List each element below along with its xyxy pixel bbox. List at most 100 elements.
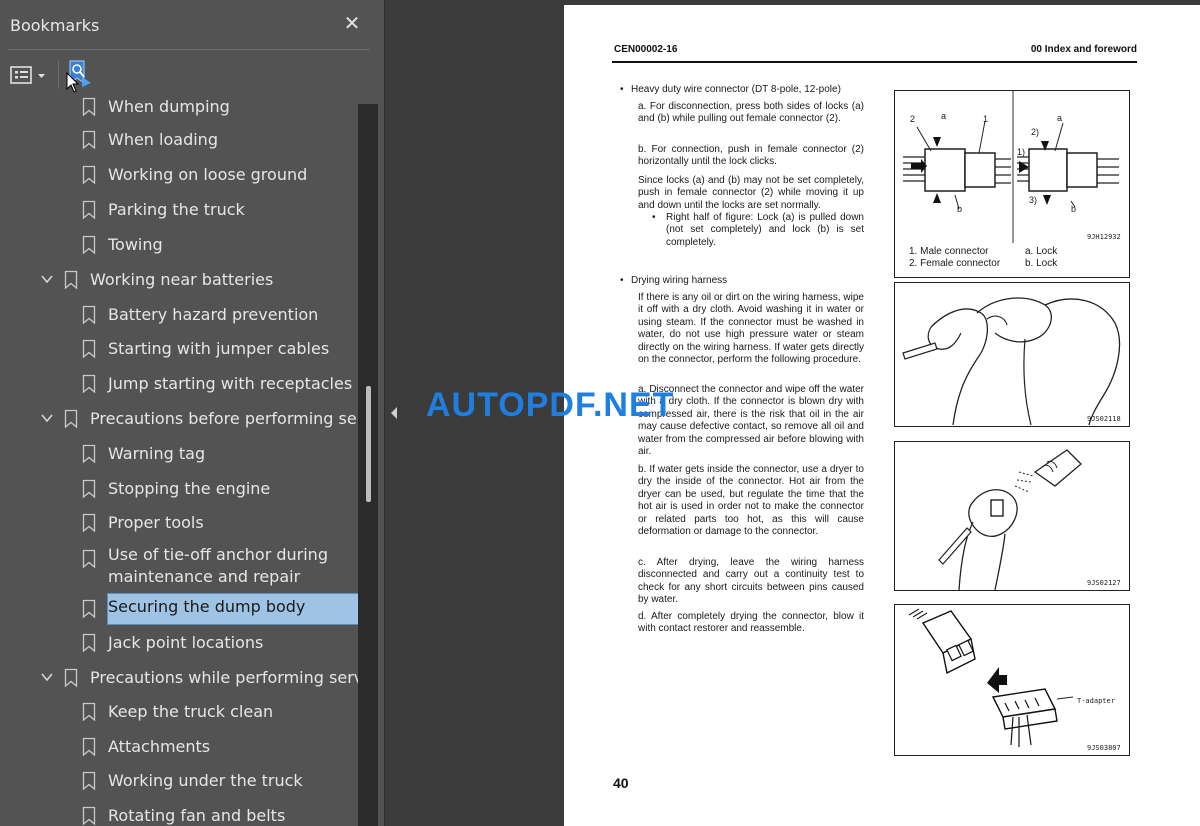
collapse-panel-icon[interactable] xyxy=(389,406,399,420)
fig-label: 1) xyxy=(1017,147,1026,157)
connector-step-b: b. For connection, push in female connec… xyxy=(638,144,864,168)
bookmark-item[interactable]: Stopping the engine xyxy=(0,472,358,506)
connector-step-a: a. For disconnection, press both sides o… xyxy=(638,101,864,125)
figure-code: 9JS02118 xyxy=(1087,415,1121,423)
bookmark-item[interactable]: Securing the dump body xyxy=(0,592,358,626)
bookmark-icon xyxy=(82,702,96,722)
bookmark-label: Battery hazard prevention xyxy=(108,305,319,324)
bookmark-icon xyxy=(82,97,96,117)
drying-step-c: c. After drying, leave the wiring harnes… xyxy=(638,557,864,606)
bookmark-icon xyxy=(82,444,96,464)
close-icon[interactable]: ✕ xyxy=(342,14,362,34)
bookmark-icon xyxy=(82,771,96,791)
figure-wiping: 9JS02118 xyxy=(894,282,1130,427)
connector-note-sub: Right half of figure: Lock (a) is pulled… xyxy=(666,212,864,248)
page-number: 40 xyxy=(613,775,629,791)
connector-heading: Heavy duty wire connector (DT 8-pole, 12… xyxy=(631,84,841,95)
fig-label: b xyxy=(1071,204,1077,214)
fig-label: 3) xyxy=(1029,195,1038,205)
bookmark-item[interactable]: Use of tie-off anchor during maintenance… xyxy=(0,542,358,590)
dryer-illustration xyxy=(938,449,1082,591)
fig-label: 2 xyxy=(910,114,916,124)
bookmark-label: Working near batteries xyxy=(90,270,274,289)
bookmark-icon xyxy=(82,339,96,359)
drying-step-b: b. If water gets inside the connector, u… xyxy=(638,464,864,538)
figure-code: 9JS03807 xyxy=(1087,744,1121,752)
chevron-down-icon[interactable] xyxy=(40,670,54,684)
t-adapter-label: T-adapter xyxy=(1077,697,1115,705)
bookmark-item[interactable]: Parking the truck xyxy=(0,193,358,227)
wiping-illustration xyxy=(902,297,1121,426)
drying-heading: Drying wiring harness xyxy=(631,275,728,286)
fig-caption: 1. Male connector xyxy=(909,246,989,257)
bookmark-icon xyxy=(64,409,78,429)
bookmark-item[interactable]: Working on loose ground xyxy=(0,158,358,192)
bookmark-item[interactable]: When dumping xyxy=(0,96,358,124)
figure-code: 9JH12932 xyxy=(1087,233,1121,241)
bookmark-icon xyxy=(64,270,78,290)
bookmark-item[interactable]: Battery hazard prevention xyxy=(0,298,358,332)
bookmark-label: Securing the dump body xyxy=(107,593,358,625)
bookmark-label: When dumping xyxy=(108,97,230,116)
bookmark-label: Parking the truck xyxy=(108,200,245,219)
bookmark-icon xyxy=(82,200,96,220)
bookmark-label: Working under the truck xyxy=(108,771,303,790)
bookmark-options-icon[interactable] xyxy=(10,65,50,87)
bookmark-item[interactable]: When loading xyxy=(0,123,358,157)
bookmark-item[interactable]: Precautions before performing service xyxy=(0,402,358,436)
bookmark-label: Proper tools xyxy=(108,513,204,532)
bookmark-label: Towing xyxy=(108,235,163,254)
bookmark-item[interactable]: Jack point locations xyxy=(0,626,358,660)
bookmark-icon xyxy=(82,374,96,394)
bookmark-label: Attachments xyxy=(108,737,211,756)
bookmarks-header: Bookmarks ✕ xyxy=(0,0,384,50)
bookmark-icon xyxy=(82,599,96,619)
bookmark-label: Stopping the engine xyxy=(108,479,271,498)
bookmark-item[interactable]: Attachments xyxy=(0,730,358,764)
bookmark-label: Jack point locations xyxy=(108,633,264,652)
bookmark-label: Starting with jumper cables xyxy=(108,339,330,358)
connector-note: Since locks (a) and (b) may not be set c… xyxy=(638,175,864,211)
fig-label: a xyxy=(1057,113,1063,123)
bullet: • xyxy=(620,275,624,286)
toolbar-divider xyxy=(58,61,59,89)
fig-label: b xyxy=(957,204,963,214)
bookmark-item[interactable]: Starting with jumper cables xyxy=(0,332,358,366)
bookmark-icon xyxy=(82,479,96,499)
bookmark-item[interactable]: Proper tools xyxy=(0,506,358,540)
drying-step-d: d. After completely drying the connector… xyxy=(638,611,864,635)
bookmark-item[interactable]: Working under the truck xyxy=(0,764,358,798)
bookmark-icon xyxy=(82,165,96,185)
chevron-down-icon[interactable] xyxy=(40,272,54,286)
panel-title: Bookmarks xyxy=(10,16,100,35)
bookmark-label: Rotating fan and belts xyxy=(108,806,286,825)
fig-caption: a. Lock xyxy=(1025,246,1058,257)
bookmark-label: Jump starting with receptacles xyxy=(108,374,353,393)
chevron-down-icon[interactable] xyxy=(40,411,54,425)
bookmark-label: Use of tie-off anchor during maintenance… xyxy=(108,545,328,586)
bookmarks-panel: Bookmarks ✕ When dumping When loading Wo… xyxy=(0,0,384,826)
scrollbar-thumb[interactable] xyxy=(366,386,371,502)
doc-section: 00 Index and foreword xyxy=(1030,44,1137,55)
bookmark-item[interactable]: Rotating fan and belts xyxy=(0,799,358,826)
bookmark-item[interactable]: Jump starting with receptacles xyxy=(0,367,358,401)
figure-connector: 2 a 1 b 2) a 1) 3) b 9JH12932 1. Male co… xyxy=(894,90,1130,278)
fig-label: 1 xyxy=(983,114,989,124)
figure-drying: 9JS02127 xyxy=(894,441,1130,591)
fig-caption: b. Lock xyxy=(1025,258,1058,269)
doc-code: CEN00002-16 xyxy=(614,44,678,55)
bookmarks-toolbar xyxy=(0,55,384,95)
bookmark-item[interactable]: Warning tag xyxy=(0,437,358,471)
bookmark-item[interactable]: Towing xyxy=(0,228,358,262)
bullet: • xyxy=(652,212,656,223)
bookmark-item[interactable]: Precautions while performing service xyxy=(0,661,358,695)
bookmark-label: Precautions before performing service xyxy=(90,409,358,428)
bookmark-icon xyxy=(82,633,96,653)
header-rule xyxy=(612,61,1137,63)
bookmark-item[interactable]: Working near batteries xyxy=(0,263,358,297)
bookmark-label: Keep the truck clean xyxy=(108,702,274,721)
bookmark-icon xyxy=(82,806,96,826)
fig-caption: 2. Female connector xyxy=(909,258,1001,269)
bookmark-item[interactable]: Keep the truck clean xyxy=(0,695,358,729)
bullet: • xyxy=(620,84,624,95)
